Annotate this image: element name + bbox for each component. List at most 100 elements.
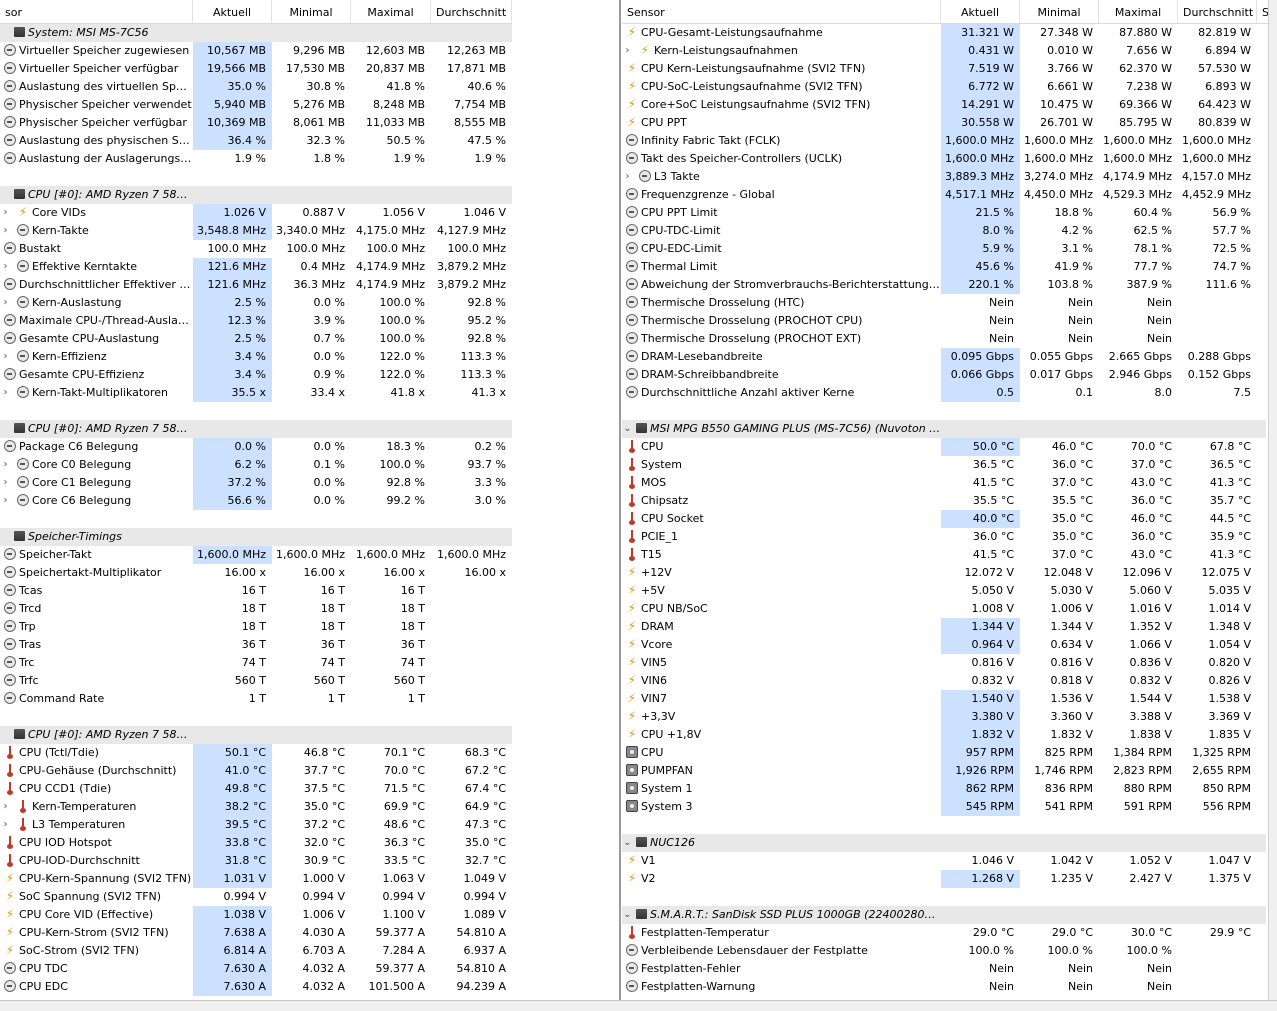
sensor-row[interactable]: Maximale CPU-/Thread-Auslastung 12.3 % 3.9… <box>0 312 514 330</box>
sensor-row[interactable]: ⚡ CPU PPT 30.558 W 26.701 W 85.795 W 80.839 W <box>622 114 1268 132</box>
sensor-row[interactable]: Festplatten-Temperatur 29.0 °C 29.0 °C 30.0… <box>622 924 1268 942</box>
sensor-row[interactable]: ⚡ +5V 5.050 V 5.030 V 5.060 V 5.035 V <box>622 582 1268 600</box>
sensor-row[interactable]: CPU Socket 40.0 °C 35.0 °C 46.0 °C 44.5 °C <box>622 510 1268 528</box>
sensor-row[interactable]: Trp 18 T 18 T 18 T <box>0 618 514 636</box>
sensor-row[interactable]: CPU TDC 7.630 A 4.032 A 59.377 A 54.810 A <box>0 960 514 978</box>
sensor-group-header[interactable]: CPU [#0]: AMD Ryzen 7 5800X3... <box>0 420 512 438</box>
sensor-row[interactable]: CPU CCD1 (Tdie) 49.8 °C 37.5 °C 71.5 °C 67.4… <box>0 780 514 798</box>
expand-chevron-icon[interactable]: › <box>0 258 11 276</box>
expand-chevron-icon[interactable]: › <box>0 204 11 222</box>
sensor-row[interactable]: Gesamte CPU-Auslastung 2.5 % 0.7 % 100.0 % 9… <box>0 330 514 348</box>
sensor-row[interactable]: PUMPFAN 1,926 RPM 1,746 RPM 2,823 RPM 2,655 … <box>622 762 1268 780</box>
sensor-row[interactable]: ⚡ SoC-Strom (SVI2 TFN) 6.814 A 6.703 A 7.284… <box>0 942 514 960</box>
sensor-row[interactable]: CPU IOD Hotspot 33.8 °C 32.0 °C 36.3 °C 35.0… <box>0 834 514 852</box>
sensor-row[interactable]: Frequenzgrenze - Global 4,517.1 MHz 4,450.… <box>622 186 1268 204</box>
col-header-avg[interactable]: Durchschnitt <box>1178 0 1257 23</box>
sensor-row[interactable]: Thermische Drosselung (HTC) Nein Nein Nein <box>622 294 1268 312</box>
sensor-row[interactable]: CPU EDC 7.630 A 4.032 A 101.500 A 94.239 A <box>0 978 514 996</box>
sensor-row[interactable]: Auslastung des virtuellen Speichers35.0 … <box>0 78 514 96</box>
sensor-row[interactable]: System 3 545 RPM 541 RPM 591 RPM 556 RPM <box>622 798 1268 816</box>
sensor-row[interactable]: Thermische Drosselung (PROCHOT EXT) Nein N… <box>622 330 1268 348</box>
sensor-row[interactable]: ⚡ VIN6 0.832 V 0.818 V 0.832 V 0.826 V <box>622 672 1268 690</box>
expand-chevron-icon[interactable]: › <box>0 456 11 474</box>
sensor-row[interactable]: ⚡ CPU-SoC-Leistungsaufnahme (SVI2 TFN) 6.7… <box>622 78 1268 96</box>
collapse-chevron-icon[interactable]: ⌄ <box>622 834 633 852</box>
sensor-row[interactable]: CPU PPT Limit 21.5 % 18.8 % 60.4 % 56.9 % <box>622 204 1268 222</box>
expand-chevron-icon[interactable]: › <box>0 798 11 816</box>
sensor-group-header[interactable]: System: MSI MS-7C56 <box>0 24 512 42</box>
sensor-row[interactable]: CPU-EDC-Limit 5.9 % 3.1 % 78.1 % 72.5 % <box>622 240 1268 258</box>
sensor-row[interactable]: DRAM-Schreibbandbreite 0.066 Gbps 0.017 Gb… <box>622 366 1268 384</box>
sensor-row[interactable]: Speichertakt-Multiplikator 16.00 x 16.00 x… <box>0 564 514 582</box>
col-header-sensor[interactable]: Sensor <box>622 0 941 23</box>
sensor-row[interactable]: CPU (Tctl/Tdie) 50.1 °C 46.8 °C 70.1 °C 68.3… <box>0 744 514 762</box>
sensor-row[interactable]: › Kern-Effizienz 3.4 % 0.0 % 122.0 % 113.3 % <box>0 348 514 366</box>
sensor-row[interactable]: ⚡ V2 1.268 V 1.235 V 2.427 V 1.375 V <box>622 870 1268 888</box>
sensor-row[interactable]: › Core C6 Belegung 56.6 % 0.0 % 99.2 % 3.0 % <box>0 492 514 510</box>
sensor-row[interactable]: CPU-IOD-Durchschnitt 31.8 °C 30.9 °C 33.5 °… <box>0 852 514 870</box>
sensor-row[interactable]: Infinity Fabric Takt (FCLK) 1,600.0 MHz 1,… <box>622 132 1268 150</box>
col-header-max[interactable]: Maximal <box>1099 0 1178 23</box>
sensor-group-header[interactable]: Speicher-Timings <box>0 528 512 546</box>
sensor-row[interactable]: › L3 Temperaturen 39.5 °C 37.2 °C 48.6 °C 47.… <box>0 816 514 834</box>
collapse-chevron-icon[interactable]: ⌄ <box>622 906 633 924</box>
sensor-row[interactable]: Gesamte CPU-Effizienz 3.4 % 0.9 % 122.0 % 11… <box>0 366 514 384</box>
sensor-row[interactable]: CPU-Gehäuse (Durchschnitt) 41.0 °C 37.7 °C… <box>0 762 514 780</box>
sensor-row[interactable]: Package C6 Belegung 0.0 % 0.0 % 18.3 % 0.2 % <box>0 438 514 456</box>
sensor-row[interactable]: ⚡ CPU-Gesamt-Leistungsaufnahme 31.321 W 27.… <box>622 24 1268 42</box>
sensor-row[interactable]: Physischer Speicher verfügbar 10,369 MB 8,… <box>0 114 514 132</box>
sensor-group-header[interactable]: ⌄ S.M.A.R.T.: SanDisk SSD PLUS 1000GB (22… <box>622 906 1266 924</box>
sensor-row[interactable]: ⚡ CPU-Kern-Strom (SVI2 TFN) 7.638 A 4.030 A… <box>0 924 514 942</box>
sensor-row[interactable]: Festplatten-Fehler Nein Nein Nein <box>622 960 1268 978</box>
sensor-row[interactable]: › Kern-Temperaturen 38.2 °C 35.0 °C 69.9 °C 6… <box>0 798 514 816</box>
sensor-row[interactable]: Durchschnittlicher Effektiver Takt 121.6 … <box>0 276 514 294</box>
expand-chevron-icon[interactable]: › <box>0 474 11 492</box>
expand-chevron-icon[interactable]: › <box>622 42 633 60</box>
expand-chevron-icon[interactable]: › <box>0 294 11 312</box>
col-header-current[interactable]: Aktuell <box>193 0 272 23</box>
sensor-row[interactable]: Verbleibende Lebensdauer der Festplatte 1… <box>622 942 1268 960</box>
sensor-row[interactable]: ⚡ CPU NB/SoC 1.008 V 1.006 V 1.016 V 1.014 V <box>622 600 1268 618</box>
sensor-row[interactable]: Bustakt 100.0 MHz 100.0 MHz 100.0 MHz 100.0 … <box>0 240 514 258</box>
sensor-row[interactable]: DRAM-Lesebandbreite 0.095 Gbps 0.055 Gbps 2… <box>622 348 1268 366</box>
col-header-max[interactable]: Maximal <box>351 0 431 23</box>
sensor-row[interactable]: Chipsatz 35.5 °C 35.5 °C 36.0 °C 35.7 °C <box>622 492 1268 510</box>
sensor-row[interactable]: › Core C0 Belegung 6.2 % 0.1 % 100.0 % 93.7 % <box>0 456 514 474</box>
expand-chevron-icon[interactable]: › <box>0 384 11 402</box>
sensor-row[interactable]: Virtueller Speicher zugewiesen 10,567 MB 9… <box>0 42 514 60</box>
sensor-row[interactable]: › Kern-Auslastung 2.5 % 0.0 % 100.0 % 92.8 % <box>0 294 514 312</box>
sensor-row[interactable]: Abweichung der Stromverbrauchs-Berichter… <box>622 276 1268 294</box>
sensor-group-header[interactable]: ⌄ MSI MPG B550 GAMING PLUS (MS-7C56) (Nuv… <box>622 420 1266 438</box>
collapse-chevron-icon[interactable]: ⌄ <box>622 420 633 438</box>
expand-chevron-icon[interactable]: › <box>622 168 633 186</box>
sensor-row[interactable]: Durchschnittliche Anzahl aktiver Kerne 0.… <box>622 384 1268 402</box>
sensor-row[interactable]: Command Rate 1 T 1 T 1 T <box>0 690 514 708</box>
col-header-min[interactable]: Minimal <box>272 0 351 23</box>
sensor-row[interactable]: ⚡ CPU-Kern-Spannung (SVI2 TFN) 1.031 V 1.00… <box>0 870 514 888</box>
sensor-row[interactable]: ⚡ VIN5 0.816 V 0.816 V 0.836 V 0.820 V <box>622 654 1268 672</box>
sensor-row[interactable]: Speicher-Takt 1,600.0 MHz 1,600.0 MHz 1,600… <box>0 546 514 564</box>
sensor-row[interactable]: › L3 Takte 3,889.3 MHz 3,274.0 MHz 4,174.9 M… <box>622 168 1268 186</box>
expand-chevron-icon[interactable]: › <box>0 348 11 366</box>
sensor-row[interactable]: Trcd 18 T 18 T 18 T <box>0 600 514 618</box>
sensor-row[interactable]: T15 41.5 °C 37.0 °C 43.0 °C 41.3 °C <box>622 546 1268 564</box>
sensor-group-header[interactable]: CPU [#0]: AMD Ryzen 7 5800X3... <box>0 726 512 744</box>
sensor-row[interactable]: ⚡ +12V 12.072 V 12.048 V 12.096 V 12.075 V <box>622 564 1268 582</box>
expand-chevron-icon[interactable]: › <box>0 816 11 834</box>
col-header-min[interactable]: Minimal <box>1020 0 1099 23</box>
sensor-row[interactable]: › Core C1 Belegung 37.2 % 0.0 % 92.8 % 3.3 % <box>0 474 514 492</box>
sensor-row[interactable]: Auslastung des physischen Speic... 36.4 %… <box>0 132 514 150</box>
sensor-row[interactable]: System 36.5 °C 36.0 °C 37.0 °C 36.5 °C <box>622 456 1268 474</box>
col-header-avg[interactable]: Durchschnitt <box>431 0 512 23</box>
sensor-row[interactable]: CPU 50.0 °C 46.0 °C 70.0 °C 67.8 °C <box>622 438 1268 456</box>
sensor-row[interactable]: ⚡ CPU +1,8V 1.832 V 1.832 V 1.838 V 1.835 V <box>622 726 1268 744</box>
sensor-row[interactable]: Takt des Speicher-Controllers (UCLK) 1,60… <box>622 150 1268 168</box>
sensor-row[interactable]: ⚡ Core+SoC Leistungsaufnahme (SVI2 TFN) 14… <box>622 96 1268 114</box>
sensor-group-header[interactable]: ⌄ NUC126 <box>622 834 1266 852</box>
sensor-row[interactable]: CPU-TDC-Limit 8.0 % 4.2 % 62.5 % 57.7 % <box>622 222 1268 240</box>
sensor-row[interactable]: ⚡ CPU Core VID (Effective) 1.038 V 1.006 V 1… <box>0 906 514 924</box>
sensor-row[interactable]: PCIE_1 36.0 °C 35.0 °C 36.0 °C 35.9 °C <box>622 528 1268 546</box>
sensor-row[interactable]: › ⚡ Core VIDs 1.026 V 0.887 V 1.056 V 1.046 V <box>0 204 514 222</box>
sensor-row[interactable]: CPU 957 RPM 825 RPM 1,384 RPM 1,325 RPM <box>622 744 1268 762</box>
sensor-row[interactable]: Tcas 16 T 16 T 16 T <box>0 582 514 600</box>
